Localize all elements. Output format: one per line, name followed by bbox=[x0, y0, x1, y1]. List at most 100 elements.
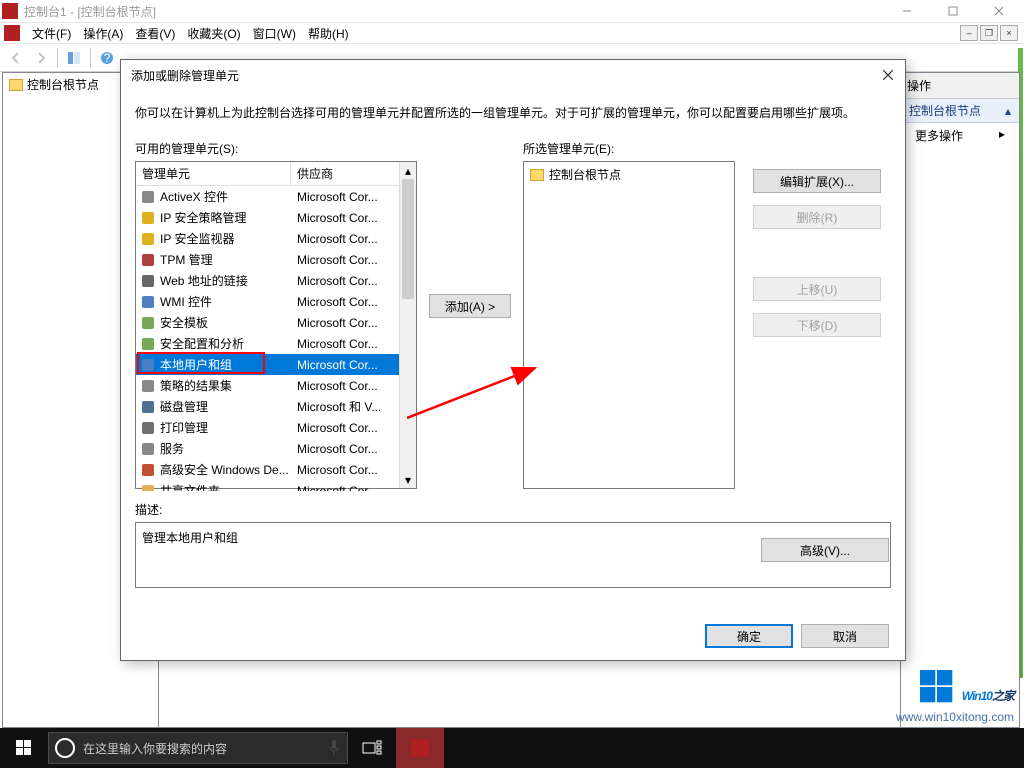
actions-group: 控制台根节点 ▴ bbox=[901, 99, 1019, 123]
actions-more[interactable]: 更多操作 ▸ bbox=[901, 123, 1019, 148]
snapin-vendor: Microsoft 和 V... bbox=[293, 398, 416, 415]
snapin-row[interactable]: TPM 管理Microsoft Cor... bbox=[136, 249, 416, 270]
snapin-row[interactable]: IP 安全监视器Microsoft Cor... bbox=[136, 228, 416, 249]
snapin-icon bbox=[140, 483, 156, 492]
chevron-up-icon[interactable]: ▴ bbox=[1005, 104, 1011, 118]
add-button[interactable]: 添加(A) > bbox=[429, 294, 511, 318]
snapin-icon bbox=[140, 210, 156, 226]
snapin-vendor: Microsoft Cor... bbox=[293, 274, 416, 288]
folder-icon bbox=[530, 169, 544, 181]
snapin-icon bbox=[140, 420, 156, 436]
selected-snapins-list[interactable]: 控制台根节点 bbox=[523, 161, 735, 489]
snapin-row[interactable]: 打印管理Microsoft Cor... bbox=[136, 417, 416, 438]
snapin-row[interactable]: Web 地址的链接Microsoft Cor... bbox=[136, 270, 416, 291]
snapin-row[interactable]: 安全配置和分析Microsoft Cor... bbox=[136, 333, 416, 354]
mdi-restore[interactable]: ❐ bbox=[980, 25, 998, 41]
available-label: 可用的管理单元(S): bbox=[135, 140, 417, 157]
folder-icon bbox=[9, 79, 23, 91]
forward-button[interactable] bbox=[29, 46, 53, 70]
titlebar: 控制台1 - [控制台根节点] bbox=[0, 0, 1024, 23]
snapin-name: IP 安全策略管理 bbox=[160, 209, 293, 226]
snapin-icon bbox=[140, 462, 156, 478]
snapin-row[interactable]: 磁盘管理Microsoft 和 V... bbox=[136, 396, 416, 417]
show-hide-tree-button[interactable] bbox=[62, 46, 86, 70]
windows-logo-icon bbox=[920, 670, 954, 704]
dialog-close-button[interactable] bbox=[877, 64, 899, 86]
mic-icon[interactable] bbox=[327, 739, 341, 757]
taskbar-app-mmc[interactable] bbox=[396, 728, 444, 768]
snapin-row[interactable]: 策略的结果集Microsoft Cor... bbox=[136, 375, 416, 396]
col-vendor[interactable]: 供应商 bbox=[291, 162, 416, 185]
remove-button[interactable]: 删除(R) bbox=[753, 205, 881, 229]
scrollbar[interactable]: ▴ ▾ bbox=[399, 162, 416, 488]
snapin-name: 共享文件夹 bbox=[160, 482, 293, 491]
snapin-icon bbox=[140, 294, 156, 310]
available-snapins-list[interactable]: 管理单元 供应商 ActiveX 控件Microsoft Cor...IP 安全… bbox=[135, 161, 417, 489]
move-up-button[interactable]: 上移(U) bbox=[753, 277, 881, 301]
search-box[interactable]: 在这里输入你要搜索的内容 bbox=[48, 732, 348, 764]
edit-extensions-button[interactable]: 编辑扩展(X)... bbox=[753, 169, 881, 193]
snapin-vendor: Microsoft Cor... bbox=[293, 295, 416, 309]
snapin-name: ActiveX 控件 bbox=[160, 188, 293, 205]
snapin-vendor: Microsoft Cor... bbox=[293, 190, 416, 204]
scroll-down-icon[interactable]: ▾ bbox=[400, 471, 416, 488]
selected-root-node[interactable]: 控制台根节点 bbox=[528, 166, 730, 183]
dialog-intro: 你可以在计算机上为此控制台选择可用的管理单元并配置所选的一组管理单元。对于可扩展… bbox=[135, 104, 891, 122]
ok-button[interactable]: 确定 bbox=[705, 624, 793, 648]
menu-help[interactable]: 帮助(H) bbox=[302, 25, 355, 42]
task-view-button[interactable] bbox=[348, 728, 396, 768]
snapin-name: 高级安全 Windows De... bbox=[160, 461, 293, 478]
snapin-row[interactable]: WMI 控件Microsoft Cor... bbox=[136, 291, 416, 312]
snapin-name: 磁盘管理 bbox=[160, 398, 293, 415]
snapin-icon bbox=[140, 399, 156, 415]
mdi-close[interactable]: × bbox=[1000, 25, 1018, 41]
close-button[interactable] bbox=[976, 0, 1022, 22]
snapin-icon bbox=[140, 336, 156, 352]
mdi-minimize[interactable]: – bbox=[960, 25, 978, 41]
snapin-row[interactable]: 共享文件夹Microsoft Cor... bbox=[136, 480, 416, 491]
snapin-vendor: Microsoft Cor... bbox=[293, 484, 416, 492]
snapin-row[interactable]: 安全模板Microsoft Cor... bbox=[136, 312, 416, 333]
col-snapin[interactable]: 管理单元 bbox=[136, 162, 291, 185]
actions-header: 操作 bbox=[901, 73, 1019, 99]
menu-action[interactable]: 操作(A) bbox=[77, 25, 129, 42]
selected-label: 所选管理单元(E): bbox=[523, 140, 735, 157]
snapin-vendor: Microsoft Cor... bbox=[293, 211, 416, 225]
menu-view[interactable]: 查看(V) bbox=[129, 25, 181, 42]
cancel-button[interactable]: 取消 bbox=[801, 624, 889, 648]
snapin-row[interactable]: IP 安全策略管理Microsoft Cor... bbox=[136, 207, 416, 228]
menu-window[interactable]: 窗口(W) bbox=[247, 25, 302, 42]
add-remove-snapin-dialog: 添加或删除管理单元 你可以在计算机上为此控制台选择可用的管理单元并配置所选的一组… bbox=[120, 59, 906, 661]
minimize-button[interactable] bbox=[884, 0, 930, 22]
scroll-thumb[interactable] bbox=[402, 179, 414, 299]
snapin-name: Web 地址的链接 bbox=[160, 272, 293, 289]
snapin-icon bbox=[140, 252, 156, 268]
snapin-icon bbox=[140, 378, 156, 394]
menubar: 文件(F) 操作(A) 查看(V) 收藏夹(O) 窗口(W) 帮助(H) bbox=[0, 23, 1024, 44]
snapin-row[interactable]: 本地用户和组Microsoft Cor... bbox=[136, 354, 416, 375]
snapin-vendor: Microsoft Cor... bbox=[293, 421, 416, 435]
snapin-name: 安全配置和分析 bbox=[160, 335, 293, 352]
snapin-row[interactable]: 高级安全 Windows De...Microsoft Cor... bbox=[136, 459, 416, 480]
snapin-row[interactable]: 服务Microsoft Cor... bbox=[136, 438, 416, 459]
start-button[interactable] bbox=[0, 728, 48, 768]
description-label: 描述: bbox=[135, 501, 891, 518]
snapin-row[interactable]: ActiveX 控件Microsoft Cor... bbox=[136, 186, 416, 207]
snapin-vendor: Microsoft Cor... bbox=[293, 253, 416, 267]
snapin-vendor: Microsoft Cor... bbox=[293, 379, 416, 393]
svg-text:?: ? bbox=[104, 51, 111, 65]
advanced-button[interactable]: 高级(V)... bbox=[761, 538, 889, 562]
maximize-button[interactable] bbox=[930, 0, 976, 22]
menu-file[interactable]: 文件(F) bbox=[26, 25, 77, 42]
snapin-name: 安全模板 bbox=[160, 314, 293, 331]
back-button[interactable] bbox=[4, 46, 28, 70]
snapin-vendor: Microsoft Cor... bbox=[293, 232, 416, 246]
snapin-vendor: Microsoft Cor... bbox=[293, 358, 416, 372]
snapin-name: 服务 bbox=[160, 440, 293, 457]
menu-favorites[interactable]: 收藏夹(O) bbox=[181, 25, 246, 42]
mdi-child-controls: – ❐ × bbox=[960, 25, 1018, 41]
move-down-button[interactable]: 下移(D) bbox=[753, 313, 881, 337]
scroll-up-icon[interactable]: ▴ bbox=[400, 162, 416, 179]
snapin-vendor: Microsoft Cor... bbox=[293, 442, 416, 456]
help-button[interactable]: ? bbox=[95, 46, 119, 70]
